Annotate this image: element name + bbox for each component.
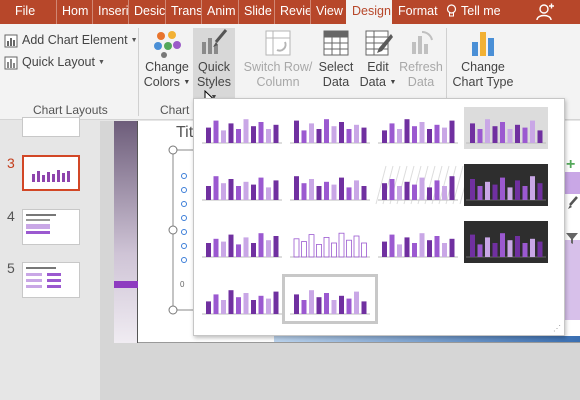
quick-styles-line1: Quick (198, 60, 230, 74)
slide-thumbnail[interactable] (22, 262, 80, 298)
lightbulb-icon (446, 4, 457, 17)
chart-style-12[interactable] (464, 223, 548, 261)
chart-style-6[interactable] (288, 166, 372, 204)
add-chart-element-icon (4, 34, 18, 48)
tab-animations[interactable]: Anim (201, 0, 238, 24)
palette-icon (154, 31, 181, 58)
slide-decorative-accent (114, 281, 138, 288)
slide-number: 4 (7, 208, 15, 224)
chart-style-10[interactable] (288, 223, 372, 261)
tab-review[interactable]: Revie (274, 0, 310, 24)
tab-chart-format[interactable]: Format (393, 0, 441, 24)
tab-design-doc[interactable]: Desic (128, 0, 165, 24)
switch-row-column-icon (265, 30, 291, 56)
tab-slideshow[interactable]: Slide (238, 0, 274, 24)
svg-text:0: 0 (180, 280, 185, 289)
thumbnail-content (26, 267, 61, 288)
chart-style-8[interactable] (464, 166, 548, 204)
ribbon-tab-bar: File Hom Inseri Desic Trans Anim Slide R… (0, 0, 580, 24)
tab-home[interactable]: Hom (56, 0, 92, 24)
slide-thumbnail[interactable] (22, 209, 80, 245)
change-chart-type-line2: Chart Type (452, 75, 514, 89)
switch-row-column-line1: Switch Row/ (243, 60, 313, 74)
change-chart-type-button[interactable]: Change Chart Type (450, 28, 516, 98)
chart-elements-plus-icon[interactable]: + (566, 156, 575, 174)
tab-view[interactable]: View (310, 0, 346, 24)
tab-chart-design[interactable]: Design (346, 0, 392, 24)
refresh-data-icon (412, 30, 433, 54)
slide-thumbnail-active[interactable] (22, 155, 80, 191)
select-data-button[interactable]: Select Data (316, 28, 356, 98)
chart-fragment (565, 172, 580, 194)
chart-styles-brush-icon[interactable] (565, 196, 579, 210)
edit-data-line2: Data ▼ (359, 75, 397, 89)
tab-transitions[interactable]: Trans (165, 0, 201, 24)
chart-fragment (565, 240, 580, 320)
chart-style-4[interactable] (464, 109, 548, 147)
change-colors-line1: Change (145, 60, 189, 74)
chart-layouts-group-label: Chart Layouts (33, 103, 108, 117)
refresh-data-button[interactable]: Refresh Data (399, 28, 443, 98)
change-chart-type-line1: Change (461, 60, 505, 74)
chart-style-1[interactable] (200, 109, 284, 147)
switch-row-column-button[interactable]: Switch Row/ Column (242, 28, 314, 98)
chart-style-13[interactable] (200, 280, 284, 318)
thumbnail-content (26, 214, 56, 234)
paintbrush-icon (202, 29, 228, 54)
tab-insert[interactable]: Inseri (92, 0, 128, 24)
refresh-data-line2: Data (407, 75, 435, 89)
change-colors-line2: Colors ▼ (143, 75, 191, 89)
add-chart-element-button[interactable]: Add Chart Element ▼ (4, 33, 138, 48)
chart-style-7[interactable] (376, 166, 460, 204)
slide-thumbnail[interactable] (22, 117, 80, 137)
edit-data-icon (365, 30, 393, 56)
slide-number: 5 (7, 260, 15, 276)
chart-filter-icon[interactable] (565, 231, 579, 245)
slide-number: 3 (7, 155, 15, 171)
tell-me-label: Tell me (461, 4, 501, 18)
chart-style-9[interactable] (200, 223, 284, 261)
change-chart-type-icon (472, 32, 494, 56)
thumbnail-chart (28, 163, 74, 185)
add-chart-element-label: Add Chart Element (22, 33, 128, 47)
switch-row-column-line2: Column (256, 75, 300, 89)
tab-file[interactable]: File (10, 0, 42, 24)
chart-style-11[interactable] (376, 223, 460, 261)
quick-layout-button[interactable]: Quick Layout ▼ (4, 55, 105, 70)
tell-me-search[interactable]: Tell me (446, 0, 501, 24)
select-data-line1: Select (318, 60, 354, 74)
select-data-icon (323, 30, 349, 56)
chart-style-2[interactable] (288, 109, 372, 147)
edit-data-line1: Edit (367, 60, 389, 74)
quick-styles-gallery: ⋰ (193, 98, 565, 336)
slide-decorative-bar (114, 121, 138, 343)
edit-data-button[interactable]: Edit Data ▼ (358, 28, 398, 98)
chart-style-5[interactable] (200, 166, 284, 204)
select-data-line2: Data (322, 75, 350, 89)
share-person-icon[interactable] (536, 3, 554, 21)
change-colors-button[interactable]: Change Colors ▼ (143, 28, 191, 98)
quick-layout-label: Quick Layout (22, 55, 95, 69)
chart-styles-group-label: Chart (160, 103, 190, 117)
chart-style-14-selected[interactable] (282, 274, 378, 324)
refresh-data-line1: Refresh (399, 60, 443, 74)
chart-style-3[interactable] (376, 109, 460, 147)
quick-styles-button[interactable]: Quick Styles ▼ (193, 28, 235, 101)
gallery-resize-grip[interactable]: ⋰ (553, 324, 561, 333)
quick-layout-icon (4, 56, 18, 70)
slide-thumbnail-panel: 3 4 5 (0, 117, 100, 400)
group-separator (138, 28, 139, 116)
